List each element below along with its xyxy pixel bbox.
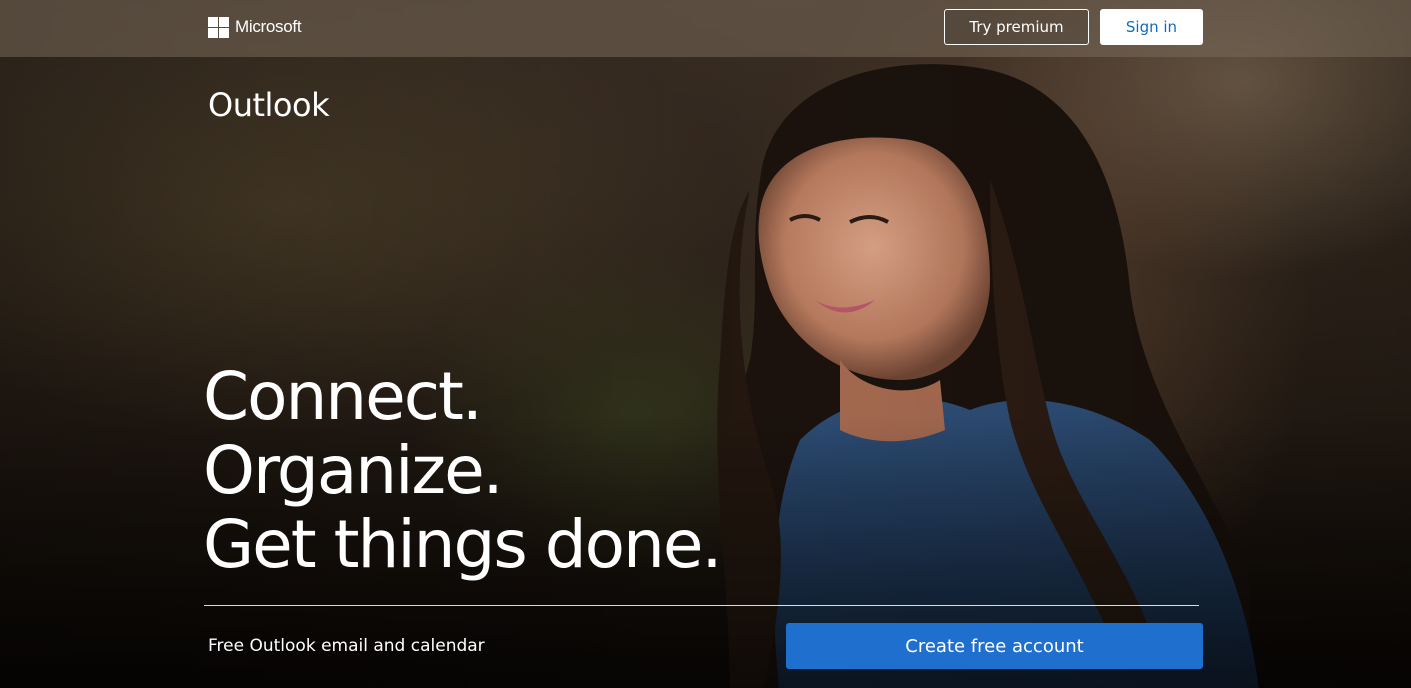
create-free-account-button[interactable]: Create free account [786, 623, 1203, 669]
try-premium-button[interactable]: Try premium [944, 9, 1089, 45]
hero-headline: Connect. Organize. Get things done. [203, 358, 722, 583]
brand-name: Microsoft [235, 17, 302, 36]
microsoft-logo-icon [208, 16, 229, 38]
microsoft-brand-link[interactable]: Microsoft [208, 16, 302, 38]
sign-in-button[interactable]: Sign in [1100, 9, 1203, 45]
product-title: Outlook [208, 86, 330, 124]
top-navigation-bar: Microsoft Try premium Sign in [0, 0, 1411, 57]
headline-line-3: Get things done. [203, 506, 722, 583]
headline-line-1: Connect. [203, 358, 483, 435]
hero-divider [204, 605, 1199, 606]
headline-line-2: Organize. [203, 432, 504, 509]
hero-tagline: Free Outlook email and calendar [208, 636, 485, 656]
